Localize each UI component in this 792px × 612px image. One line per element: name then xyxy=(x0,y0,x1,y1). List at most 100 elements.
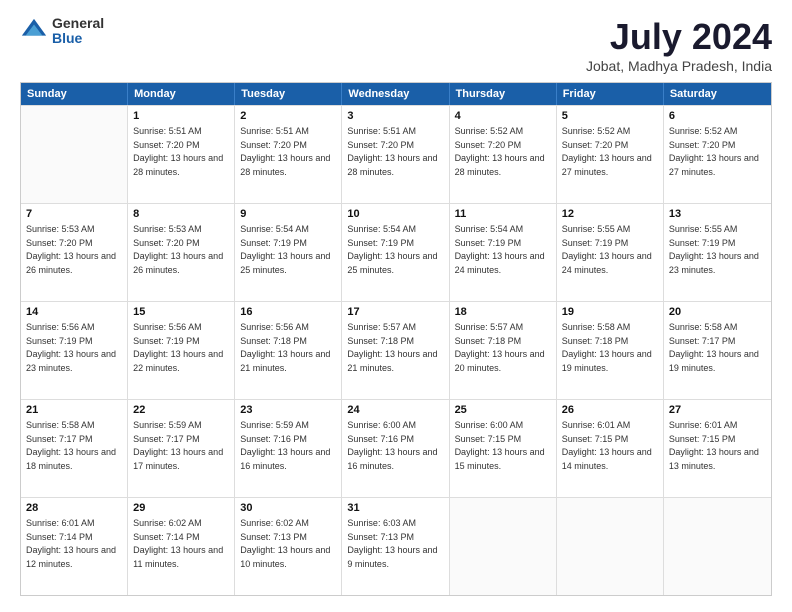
day-num-19: 19 xyxy=(562,305,658,320)
cell-1-1: 8 Sunrise: 5:53 AM Sunset: 7:20 PM Daylig… xyxy=(128,204,235,301)
cell-text-6: Sunrise: 5:52 AM Sunset: 7:20 PM Dayligh… xyxy=(669,126,759,177)
cell-0-0 xyxy=(21,106,128,203)
cell-text-23: Sunrise: 5:59 AM Sunset: 7:16 PM Dayligh… xyxy=(240,420,330,471)
week-row-3: 21Sunrise: 5:58 AM Sunset: 7:17 PM Dayli… xyxy=(21,399,771,497)
cell-2-5: 19 Sunrise: 5:58 AM Sunset: 7:18 PM Dayli… xyxy=(557,302,664,399)
cell-1-6: 13 Sunrise: 5:55 AM Sunset: 7:19 PM Dayli… xyxy=(664,204,771,301)
cell-text-10: Sunrise: 5:54 AM Sunset: 7:19 PM Dayligh… xyxy=(347,224,437,275)
day-num-27: 27 xyxy=(669,403,766,418)
subtitle: Jobat, Madhya Pradesh, India xyxy=(586,58,772,74)
day-num-26: 26 xyxy=(562,403,658,418)
day-num-20: 20 xyxy=(669,305,766,320)
cell-4-0: 28Sunrise: 6:01 AM Sunset: 7:14 PM Dayli… xyxy=(21,498,128,595)
cell-0-6: 6 Sunrise: 5:52 AM Sunset: 7:20 PM Daylig… xyxy=(664,106,771,203)
header-thursday: Thursday xyxy=(450,83,557,105)
cell-text-9: Sunrise: 5:54 AM Sunset: 7:19 PM Dayligh… xyxy=(240,224,330,275)
week-row-2: 14Sunrise: 5:56 AM Sunset: 7:19 PM Dayli… xyxy=(21,301,771,399)
cell-text-5: Sunrise: 5:52 AM Sunset: 7:20 PM Dayligh… xyxy=(562,126,652,177)
cell-4-1: 29 Sunrise: 6:02 AM Sunset: 7:14 PM Dayli… xyxy=(128,498,235,595)
main-title: July 2024 xyxy=(586,16,772,58)
cell-4-5 xyxy=(557,498,664,595)
day-num-25: 25 xyxy=(455,403,551,418)
cell-2-3: 17Sunrise: 5:57 AM Sunset: 7:18 PM Dayli… xyxy=(342,302,449,399)
cell-text-2: Sunrise: 5:51 AM Sunset: 7:20 PM Dayligh… xyxy=(240,126,330,177)
calendar: Sunday Monday Tuesday Wednesday Thursday… xyxy=(20,82,772,596)
cell-text-26: Sunrise: 6:01 AM Sunset: 7:15 PM Dayligh… xyxy=(562,420,652,471)
day-num-10: 10 xyxy=(347,207,443,222)
cell-1-2: 9Sunrise: 5:54 AM Sunset: 7:19 PM Daylig… xyxy=(235,204,342,301)
calendar-body: 1 Sunrise: 5:51 AM Sunset: 7:20 PM Daylig… xyxy=(21,105,771,595)
day-num-22: 22 xyxy=(133,403,229,418)
logo-blue-text: Blue xyxy=(52,31,104,46)
cell-text-25: Sunrise: 6:00 AM Sunset: 7:15 PM Dayligh… xyxy=(455,420,545,471)
cell-text-1: Sunrise: 5:51 AM Sunset: 7:20 PM Dayligh… xyxy=(133,126,223,177)
cell-1-0: 7Sunrise: 5:53 AM Sunset: 7:20 PM Daylig… xyxy=(21,204,128,301)
cell-0-2: 2 Sunrise: 5:51 AM Sunset: 7:20 PM Daylig… xyxy=(235,106,342,203)
cell-3-6: 27 Sunrise: 6:01 AM Sunset: 7:15 PM Dayli… xyxy=(664,400,771,497)
cell-text-28: Sunrise: 6:01 AM Sunset: 7:14 PM Dayligh… xyxy=(26,518,116,569)
cell-3-0: 21Sunrise: 5:58 AM Sunset: 7:17 PM Dayli… xyxy=(21,400,128,497)
cell-text-19: Sunrise: 5:58 AM Sunset: 7:18 PM Dayligh… xyxy=(562,322,652,373)
day-num-18: 18 xyxy=(455,305,551,320)
day-num-23: 23 xyxy=(240,403,336,418)
day-num-11: 11 xyxy=(455,207,551,222)
cell-text-30: Sunrise: 6:02 AM Sunset: 7:13 PM Dayligh… xyxy=(240,518,330,569)
day-num-12: 12 xyxy=(562,207,658,222)
day-num-6: 6 xyxy=(669,109,766,124)
cell-text-18: Sunrise: 5:57 AM Sunset: 7:18 PM Dayligh… xyxy=(455,322,545,373)
header-wednesday: Wednesday xyxy=(342,83,449,105)
day-num-13: 13 xyxy=(669,207,766,222)
week-row-1: 7 Sunrise: 5:53 AM Sunset: 7:20 PM Daylig… xyxy=(21,203,771,301)
week-row-0: 1 Sunrise: 5:51 AM Sunset: 7:20 PM Daylig… xyxy=(21,105,771,203)
day-num-1: 1 xyxy=(133,109,229,124)
cell-0-3: 3Sunrise: 5:51 AM Sunset: 7:20 PM Daylig… xyxy=(342,106,449,203)
cell-3-4: 25 Sunrise: 6:00 AM Sunset: 7:15 PM Dayli… xyxy=(450,400,557,497)
cell-text-15: Sunrise: 5:56 AM Sunset: 7:19 PM Dayligh… xyxy=(133,322,223,373)
cell-2-0: 14Sunrise: 5:56 AM Sunset: 7:19 PM Dayli… xyxy=(21,302,128,399)
day-num-24: 24 xyxy=(347,403,443,418)
cell-text-27: Sunrise: 6:01 AM Sunset: 7:15 PM Dayligh… xyxy=(669,420,759,471)
cell-1-5: 12 Sunrise: 5:55 AM Sunset: 7:19 PM Dayli… xyxy=(557,204,664,301)
cell-4-6 xyxy=(664,498,771,595)
cell-1-4: 11 Sunrise: 5:54 AM Sunset: 7:19 PM Dayli… xyxy=(450,204,557,301)
day-num-29: 29 xyxy=(133,501,229,516)
cell-text-13: Sunrise: 5:55 AM Sunset: 7:19 PM Dayligh… xyxy=(669,224,759,275)
cell-1-3: 10 Sunrise: 5:54 AM Sunset: 7:19 PM Dayli… xyxy=(342,204,449,301)
cell-0-4: 4Sunrise: 5:52 AM Sunset: 7:20 PM Daylig… xyxy=(450,106,557,203)
cell-3-1: 22Sunrise: 5:59 AM Sunset: 7:17 PM Dayli… xyxy=(128,400,235,497)
day-num-2: 2 xyxy=(240,109,336,124)
cell-3-5: 26 Sunrise: 6:01 AM Sunset: 7:15 PM Dayli… xyxy=(557,400,664,497)
cell-3-2: 23 Sunrise: 5:59 AM Sunset: 7:16 PM Dayli… xyxy=(235,400,342,497)
header-monday: Monday xyxy=(128,83,235,105)
logo-general-text: General xyxy=(52,16,104,31)
cell-text-21: Sunrise: 5:58 AM Sunset: 7:17 PM Dayligh… xyxy=(26,420,116,471)
cell-text-20: Sunrise: 5:58 AM Sunset: 7:17 PM Dayligh… xyxy=(669,322,759,373)
cell-text-12: Sunrise: 5:55 AM Sunset: 7:19 PM Dayligh… xyxy=(562,224,652,275)
cell-2-2: 16Sunrise: 5:56 AM Sunset: 7:18 PM Dayli… xyxy=(235,302,342,399)
day-num-16: 16 xyxy=(240,305,336,320)
cell-0-1: 1 Sunrise: 5:51 AM Sunset: 7:20 PM Daylig… xyxy=(128,106,235,203)
day-num-8: 8 xyxy=(133,207,229,222)
day-num-7: 7 xyxy=(26,207,122,222)
header-saturday: Saturday xyxy=(664,83,771,105)
header-sunday: Sunday xyxy=(21,83,128,105)
cell-text-14: Sunrise: 5:56 AM Sunset: 7:19 PM Dayligh… xyxy=(26,322,116,373)
cell-2-1: 15 Sunrise: 5:56 AM Sunset: 7:19 PM Dayli… xyxy=(128,302,235,399)
day-num-5: 5 xyxy=(562,109,658,124)
title-block: July 2024 Jobat, Madhya Pradesh, India xyxy=(586,16,772,74)
week-row-4: 28Sunrise: 6:01 AM Sunset: 7:14 PM Dayli… xyxy=(21,497,771,595)
header: General Blue July 2024 Jobat, Madhya Pra… xyxy=(20,16,772,74)
cell-text-8: Sunrise: 5:53 AM Sunset: 7:20 PM Dayligh… xyxy=(133,224,223,275)
cell-text-11: Sunrise: 5:54 AM Sunset: 7:19 PM Dayligh… xyxy=(455,224,545,275)
page: General Blue July 2024 Jobat, Madhya Pra… xyxy=(0,0,792,612)
header-friday: Friday xyxy=(557,83,664,105)
cell-text-29: Sunrise: 6:02 AM Sunset: 7:14 PM Dayligh… xyxy=(133,518,223,569)
day-num-30: 30 xyxy=(240,501,336,516)
day-num-15: 15 xyxy=(133,305,229,320)
logo-icon xyxy=(20,17,48,45)
calendar-header: Sunday Monday Tuesday Wednesday Thursday… xyxy=(21,83,771,105)
logo-text: General Blue xyxy=(52,16,104,47)
cell-text-4: Sunrise: 5:52 AM Sunset: 7:20 PM Dayligh… xyxy=(455,126,545,177)
cell-4-4 xyxy=(450,498,557,595)
header-tuesday: Tuesday xyxy=(235,83,342,105)
